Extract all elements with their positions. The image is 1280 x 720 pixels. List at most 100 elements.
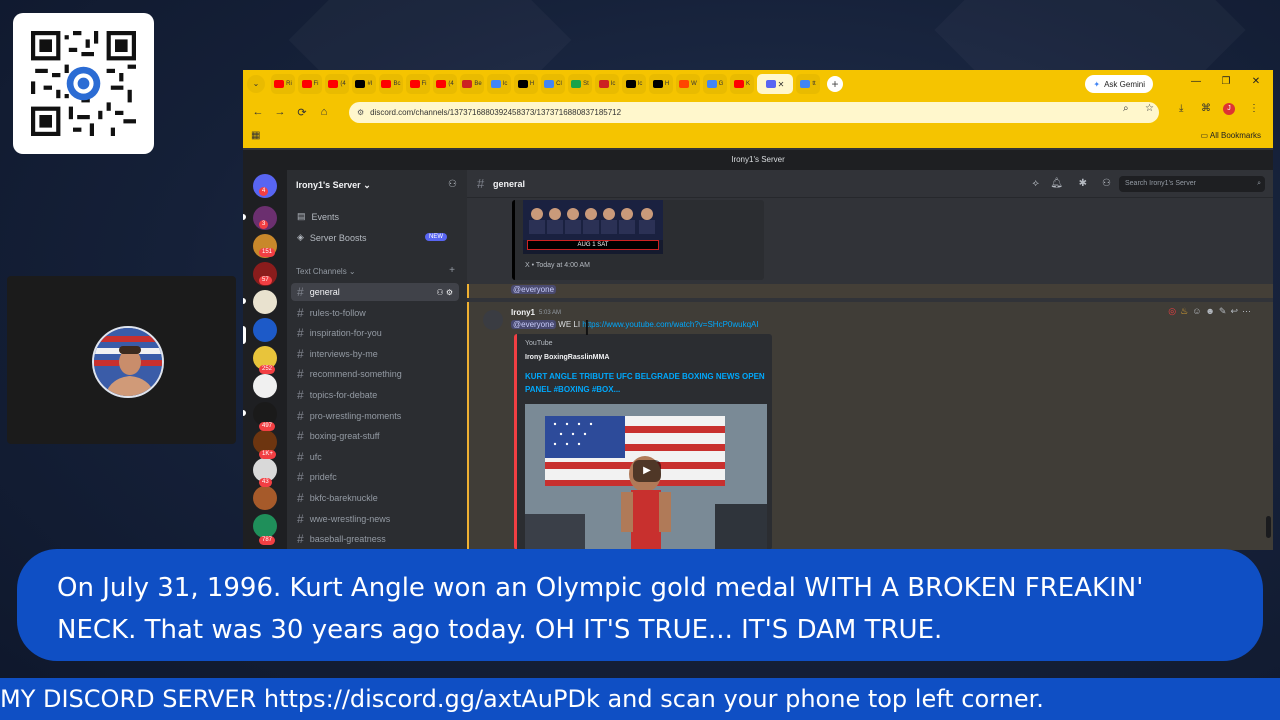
edit-icon[interactable]: ✎: [1219, 306, 1231, 316]
channel-item[interactable]: # baseball-greatness: [291, 530, 459, 548]
all-bookmarks[interactable]: ▭ All Bookmarks: [1201, 131, 1261, 140]
channel-item[interactable]: # boxing-great-stuff: [291, 427, 459, 445]
threads-icon[interactable]: ⟡: [1032, 178, 1039, 189]
forward-icon[interactable]: →: [269, 106, 291, 118]
events-item[interactable]: ▤ Events: [297, 211, 339, 222]
browser-tab[interactable]: Ri: [271, 74, 295, 94]
video-thumbnail[interactable]: ▶: [525, 404, 767, 550]
channel-item[interactable]: # pro-wrestling-moments: [291, 407, 459, 425]
tab-title: W: [691, 81, 697, 87]
channel-item[interactable]: # interviews-by-me: [291, 345, 459, 363]
browser-tab[interactable]: W: [676, 74, 700, 94]
tab-title: St: [583, 81, 589, 87]
tab-title: H: [529, 81, 535, 87]
play-video-button[interactable]: ▶: [633, 460, 661, 482]
everyone-mention[interactable]: @everyone: [511, 320, 557, 329]
tab-active[interactable]: ✕: [757, 74, 793, 94]
server-name-header[interactable]: Irony1's Server ⌄: [296, 180, 371, 191]
channel-item[interactable]: # wwe-wrestling-news: [291, 510, 459, 528]
server-icon[interactable]: [253, 486, 277, 510]
browser-tab[interactable]: Bc: [379, 74, 403, 94]
browser-tab[interactable]: Ic: [595, 74, 619, 94]
tab-favicon-icon: [706, 80, 717, 88]
home-icon[interactable]: ⌂: [313, 106, 335, 118]
pin-icon[interactable]: ✱: [1079, 178, 1087, 189]
browser-tab[interactable]: Fi: [406, 74, 430, 94]
x-post-embed: AUG 1 SAT X • Today at 4:00 AM: [512, 200, 764, 280]
server-icon[interactable]: [253, 514, 277, 538]
author-avatar[interactable]: [483, 310, 503, 330]
new-tab-button[interactable]: +: [827, 76, 843, 92]
url-input[interactable]: ⚙ discord.com/channels/13737168803924583…: [349, 102, 1159, 123]
browser-tab[interactable]: Ic: [622, 74, 646, 94]
channel-item[interactable]: # general ⚇ ⚙: [291, 283, 459, 301]
browser-tab[interactable]: H: [649, 74, 673, 94]
channel-item[interactable]: # ufc: [291, 448, 459, 466]
site-info-icon[interactable]: ⚙: [357, 108, 364, 117]
unread-pill: [243, 410, 246, 416]
apps-grid-icon[interactable]: ▦: [251, 130, 260, 141]
reaction-icon[interactable]: ◎: [1168, 306, 1180, 316]
browser-tab[interactable]: (4: [325, 74, 349, 94]
zoom-icon[interactable]: ⌕: [1123, 103, 1129, 114]
channel-item[interactable]: # rules-to-follow: [291, 304, 459, 322]
browser-tab[interactable]: Cl: [541, 74, 565, 94]
browser-tab[interactable]: Ic: [487, 74, 511, 94]
fire-reaction-icon[interactable]: ♨: [1180, 306, 1192, 316]
channel-settings-icon[interactable]: ⚇ ⚙: [436, 288, 453, 297]
channel-item[interactable]: # topics-for-debate: [291, 386, 459, 404]
discord-favicon-icon: [765, 80, 776, 88]
channel-item[interactable]: # recommend-something: [291, 365, 459, 383]
browser-tab[interactable]: Fi: [298, 74, 322, 94]
search-input[interactable]: Search Irony1's Server ⌕: [1119, 176, 1265, 192]
tab-favicon-icon: [328, 80, 339, 88]
author-name[interactable]: Irony1: [511, 308, 535, 317]
channel-item[interactable]: # pridefc: [291, 468, 459, 486]
tab-extra[interactable]: tt: [796, 74, 820, 94]
browser-tab[interactable]: #I: [352, 74, 376, 94]
close-tab-icon[interactable]: ✕: [778, 80, 785, 89]
embed-author[interactable]: Irony BoxingRasslinMMA: [525, 354, 609, 361]
emoji-reaction-icon[interactable]: ☺: [1192, 306, 1205, 316]
discord-title-bar: Irony1's Server: [243, 150, 1273, 170]
download-icon[interactable]: ⤓: [1179, 103, 1183, 114]
browser-tab[interactable]: Be: [460, 74, 484, 94]
extensions-icon[interactable]: ⌘: [1201, 103, 1211, 114]
everyone-mention[interactable]: @everyone: [511, 285, 557, 294]
tab-search-button[interactable]: ⌄: [247, 75, 265, 93]
add-channel-icon[interactable]: +: [449, 265, 455, 276]
server-icon[interactable]: [253, 318, 277, 342]
server-boosts-item[interactable]: ◈ Server Boosts: [297, 232, 366, 243]
tab-favicon-icon: [733, 80, 744, 88]
close-window-icon[interactable]: ✕: [1249, 76, 1263, 87]
channel-item[interactable]: # inspiration-for-you: [291, 324, 459, 342]
menu-icon[interactable]: ⋮: [1249, 103, 1259, 114]
reload-icon[interactable]: ⟳: [291, 106, 313, 119]
add-reaction-icon[interactable]: ☻: [1205, 306, 1218, 316]
scrollbar[interactable]: [1266, 516, 1271, 538]
channel-item[interactable]: # bkfc-bareknuckle: [291, 489, 459, 507]
browser-tab[interactable]: St: [568, 74, 592, 94]
notification-bell-icon[interactable]: 🔔︎: [1050, 178, 1063, 189]
youtube-link[interactable]: https://www.youtube.com/watch?v=SHcP0wuk…: [582, 320, 758, 329]
back-icon[interactable]: ←: [247, 106, 269, 118]
url-text: discord.com/channels/1373716880392458373…: [370, 108, 622, 117]
browser-tab[interactable]: K: [730, 74, 754, 94]
profile-avatar[interactable]: J: [1223, 103, 1235, 115]
member-list-icon[interactable]: ⚇: [1102, 178, 1111, 189]
browser-tab[interactable]: G: [703, 74, 727, 94]
reply-icon[interactable]: ↩: [1230, 306, 1242, 316]
invite-icon[interactable]: ⚇: [448, 179, 457, 190]
embed-title[interactable]: KURT ANGLE TRIBUTE UFC BELGRADE BOXING N…: [525, 370, 765, 396]
browser-tab[interactable]: (4: [433, 74, 457, 94]
bookmark-star-icon[interactable]: ☆: [1145, 103, 1154, 114]
server-icon[interactable]: [253, 374, 277, 398]
server-icon[interactable]: [253, 290, 277, 314]
category-text-channels[interactable]: Text Channels ⌄: [296, 267, 356, 276]
more-icon[interactable]: ⋯: [1242, 306, 1255, 316]
ask-gemini-button[interactable]: ✦ Ask Gemini: [1085, 75, 1153, 93]
browser-tab[interactable]: H: [514, 74, 538, 94]
minimize-icon[interactable]: —: [1189, 76, 1203, 87]
hash-icon: #: [477, 176, 485, 191]
maximize-icon[interactable]: ❐: [1219, 76, 1233, 87]
